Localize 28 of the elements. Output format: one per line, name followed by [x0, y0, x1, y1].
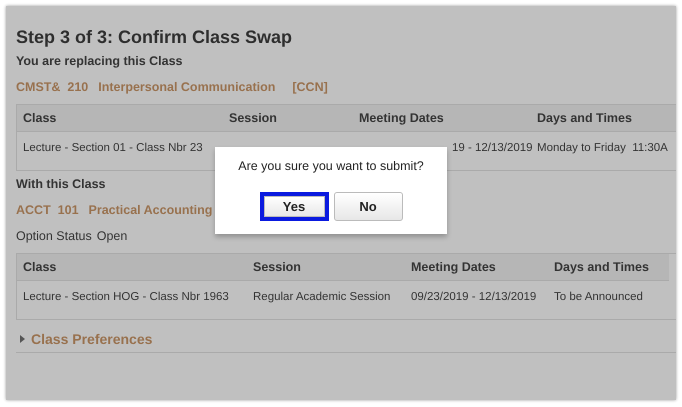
dialog-message: Are you sure you want to submit? [237, 159, 425, 173]
column-header: Days and Times [548, 254, 669, 281]
table-cell: Monday to Friday 11:30A [537, 142, 668, 154]
section-heading: You are replacing this Class [16, 53, 184, 70]
table-cell: Lecture - Section HOG - Class Nbr 1963 [23, 291, 229, 303]
column-header: Session [247, 254, 405, 281]
table-cell: 09/23/2019 - 12/13/2019 [411, 291, 536, 303]
table-cell: Lecture - Section 01 - Class Nbr 23 [23, 142, 203, 154]
course-code: ACCT 101 [16, 202, 79, 219]
status-value: Open [96, 228, 128, 245]
column-header: Class [17, 105, 223, 132]
course-detail: Practical Accounting [88, 202, 212, 219]
page-title: Step 3 of 3: Confirm Class Swap [16, 26, 294, 48]
table-cell: 19 - 12/13/2019 [452, 142, 533, 154]
column-header: Class [17, 254, 247, 281]
dialog-button[interactable]: Yes [260, 192, 328, 221]
course-detail: Interpersonal Communication [98, 79, 276, 96]
column-header: Meeting Dates [353, 105, 531, 132]
table-cell: To be Announced [554, 291, 643, 303]
section-heading: With this Class [16, 176, 106, 193]
course-detail: [CCN] [292, 79, 328, 96]
table-cell: Regular Academic Session [253, 291, 390, 303]
column-header: Meeting Dates [405, 254, 548, 281]
dialog-button[interactable]: No [334, 192, 402, 221]
column-header: Days and Times [531, 105, 676, 132]
course-code: CMST& 210 [16, 79, 88, 96]
column-header: Session [223, 105, 353, 132]
status-label: Option Status [16, 228, 92, 245]
